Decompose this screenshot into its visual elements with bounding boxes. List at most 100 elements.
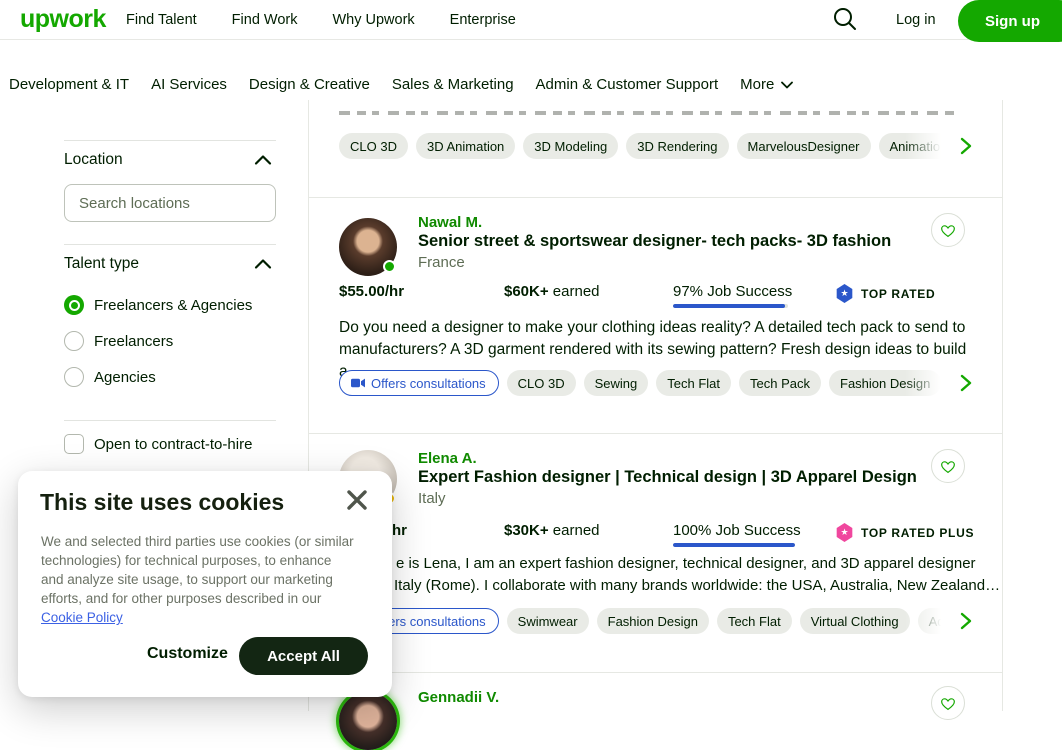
skill-tag[interactable]: Fashion Design <box>597 608 709 634</box>
cat-development-it[interactable]: Development & IT <box>9 76 129 93</box>
divider <box>309 433 1002 434</box>
chevron-right-icon[interactable] <box>957 612 975 630</box>
primary-nav: Find Talent Find Work Why Upwork Enterpr… <box>126 12 516 28</box>
skill-tags-row: CLO 3D 3D Animation 3D Modeling 3D Rende… <box>339 132 951 160</box>
radio-label: Agencies <box>94 369 156 386</box>
skill-tag[interactable]: CLO 3D <box>507 370 576 396</box>
video-camera-icon <box>351 378 365 388</box>
skill-tag[interactable]: 3D Animation <box>416 133 515 159</box>
freelancer-name[interactable]: Elena A. <box>418 450 477 467</box>
skill-tag[interactable]: Virtual Clothing <box>800 608 910 634</box>
hourly-rate: $55.00/hr <box>339 283 404 300</box>
chevron-up-icon[interactable] <box>254 258 272 270</box>
heart-icon <box>940 223 956 238</box>
freelancer-location: France <box>418 254 465 271</box>
nav-find-talent[interactable]: Find Talent <box>126 12 197 28</box>
save-heart-button[interactable] <box>931 449 965 483</box>
fade-overlay <box>905 131 953 161</box>
fade-overlay <box>905 368 953 398</box>
heart-icon <box>940 459 956 474</box>
skill-tag[interactable]: Sewing <box>584 370 649 396</box>
login-link[interactable]: Log in <box>896 12 936 28</box>
skill-tag[interactable]: Tech Flat <box>717 608 792 634</box>
hourly-rate-fragment: hr <box>392 522 407 539</box>
badge-label: TOP RATED PLUS <box>861 526 974 540</box>
accept-all-button[interactable]: Accept All <box>239 637 368 675</box>
freelancer-title[interactable]: Expert Fashion designer | Technical desi… <box>418 468 917 487</box>
checkbox-icon[interactable] <box>64 434 84 454</box>
skill-tags-row: Offers consultations CLO 3D Sewing Tech … <box>339 369 951 397</box>
skill-tag[interactable]: CLO 3D <box>339 133 408 159</box>
freelancer-location: Italy <box>418 490 446 507</box>
skill-tag[interactable]: 3D Rendering <box>626 133 728 159</box>
divider <box>309 672 1002 673</box>
checkbox-label: Open to contract-to-hire <box>94 436 252 453</box>
location-filter-title[interactable]: Location <box>64 151 123 169</box>
chevron-right-icon[interactable] <box>957 137 975 155</box>
top-rated-plus-badge: ★ TOP RATED PLUS <box>836 523 974 542</box>
top-rated-badge-icon: ★ <box>836 284 853 303</box>
cat-more-label: More <box>740 76 774 93</box>
search-results: CLO 3D 3D Animation 3D Modeling 3D Rende… <box>308 100 1003 711</box>
job-success-bar <box>673 304 788 308</box>
radio-freelancers-agencies[interactable]: Freelancers & Agencies <box>64 295 252 315</box>
chevron-right-icon[interactable] <box>957 374 975 392</box>
cookie-consent-modal: This site uses cookies We and selected t… <box>18 471 392 697</box>
skill-tags-row: Offers consultations Swimwear Fashion De… <box>339 607 951 635</box>
job-success-bar <box>673 543 795 547</box>
skill-tag[interactable]: MarvelousDesigner <box>737 133 871 159</box>
divider <box>64 140 276 141</box>
fade-overlay <box>905 606 953 636</box>
talent-type-filter-title[interactable]: Talent type <box>64 255 139 273</box>
radio-label: Freelancers & Agencies <box>94 297 252 314</box>
cookie-modal-title: This site uses cookies <box>40 489 284 516</box>
cat-ai-services[interactable]: AI Services <box>151 76 227 93</box>
avatar[interactable] <box>339 692 397 750</box>
close-button[interactable] <box>340 483 374 517</box>
nav-enterprise[interactable]: Enterprise <box>450 12 516 28</box>
skill-tag[interactable]: Tech Pack <box>739 370 821 396</box>
radio-icon[interactable] <box>64 367 84 387</box>
freelancer-name[interactable]: Nawal M. <box>418 214 482 231</box>
skill-tag[interactable]: 3D Modeling <box>523 133 618 159</box>
cat-design-creative[interactable]: Design & Creative <box>249 76 370 93</box>
radio-agencies[interactable]: Agencies <box>64 367 156 387</box>
radio-icon[interactable] <box>64 295 84 315</box>
badge-label: TOP RATED <box>861 287 935 301</box>
radio-icon[interactable] <box>64 331 84 351</box>
cookie-policy-link[interactable]: Cookie Policy <box>41 610 123 625</box>
location-search-input[interactable] <box>64 184 276 222</box>
cat-admin-support[interactable]: Admin & Customer Support <box>536 76 719 93</box>
contract-to-hire-checkbox-row[interactable]: Open to contract-to-hire <box>64 434 252 454</box>
cat-more-dropdown[interactable]: More <box>740 76 793 93</box>
freelancer-name[interactable]: Gennadii V. <box>418 689 499 706</box>
freelancer-title[interactable]: Senior street & sportswear designer- tec… <box>418 232 891 251</box>
nav-why-upwork[interactable]: Why Upwork <box>332 12 414 28</box>
freelancer-bio-line: e is Lena, I am an expert fashion design… <box>396 555 976 572</box>
chevron-down-icon <box>781 81 793 89</box>
category-nav: Development & IT AI Services Design & Cr… <box>9 76 793 93</box>
radio-label: Freelancers <box>94 333 173 350</box>
nav-find-work[interactable]: Find Work <box>232 12 298 28</box>
job-success-label: 100% Job Success <box>673 522 801 539</box>
top-rated-badge: ★ TOP RATED <box>836 284 935 303</box>
top-rated-plus-badge-icon: ★ <box>836 523 853 542</box>
customize-button[interactable]: Customize <box>147 645 228 663</box>
chevron-up-icon[interactable] <box>254 154 272 166</box>
cat-sales-marketing[interactable]: Sales & Marketing <box>392 76 514 93</box>
signup-button[interactable]: Sign up <box>958 0 1062 42</box>
radio-freelancers[interactable]: Freelancers <box>64 331 173 351</box>
top-header: upwork Find Talent Find Work Why Upwork … <box>0 0 1062 40</box>
online-status-dot <box>383 260 396 273</box>
total-earned: $30K+ earned <box>504 522 600 539</box>
close-icon <box>344 487 370 513</box>
save-heart-button[interactable] <box>931 686 965 720</box>
cookie-modal-body: We and selected third parties use cookie… <box>41 532 357 627</box>
search-icon[interactable] <box>830 4 860 34</box>
upwork-logo[interactable]: upwork <box>20 5 106 34</box>
skill-tag[interactable]: Tech Flat <box>656 370 731 396</box>
offers-consultations-pill[interactable]: Offers consultations <box>339 370 499 396</box>
skill-tag[interactable]: Swimwear <box>507 608 589 634</box>
heart-icon <box>940 696 956 711</box>
save-heart-button[interactable] <box>931 213 965 247</box>
